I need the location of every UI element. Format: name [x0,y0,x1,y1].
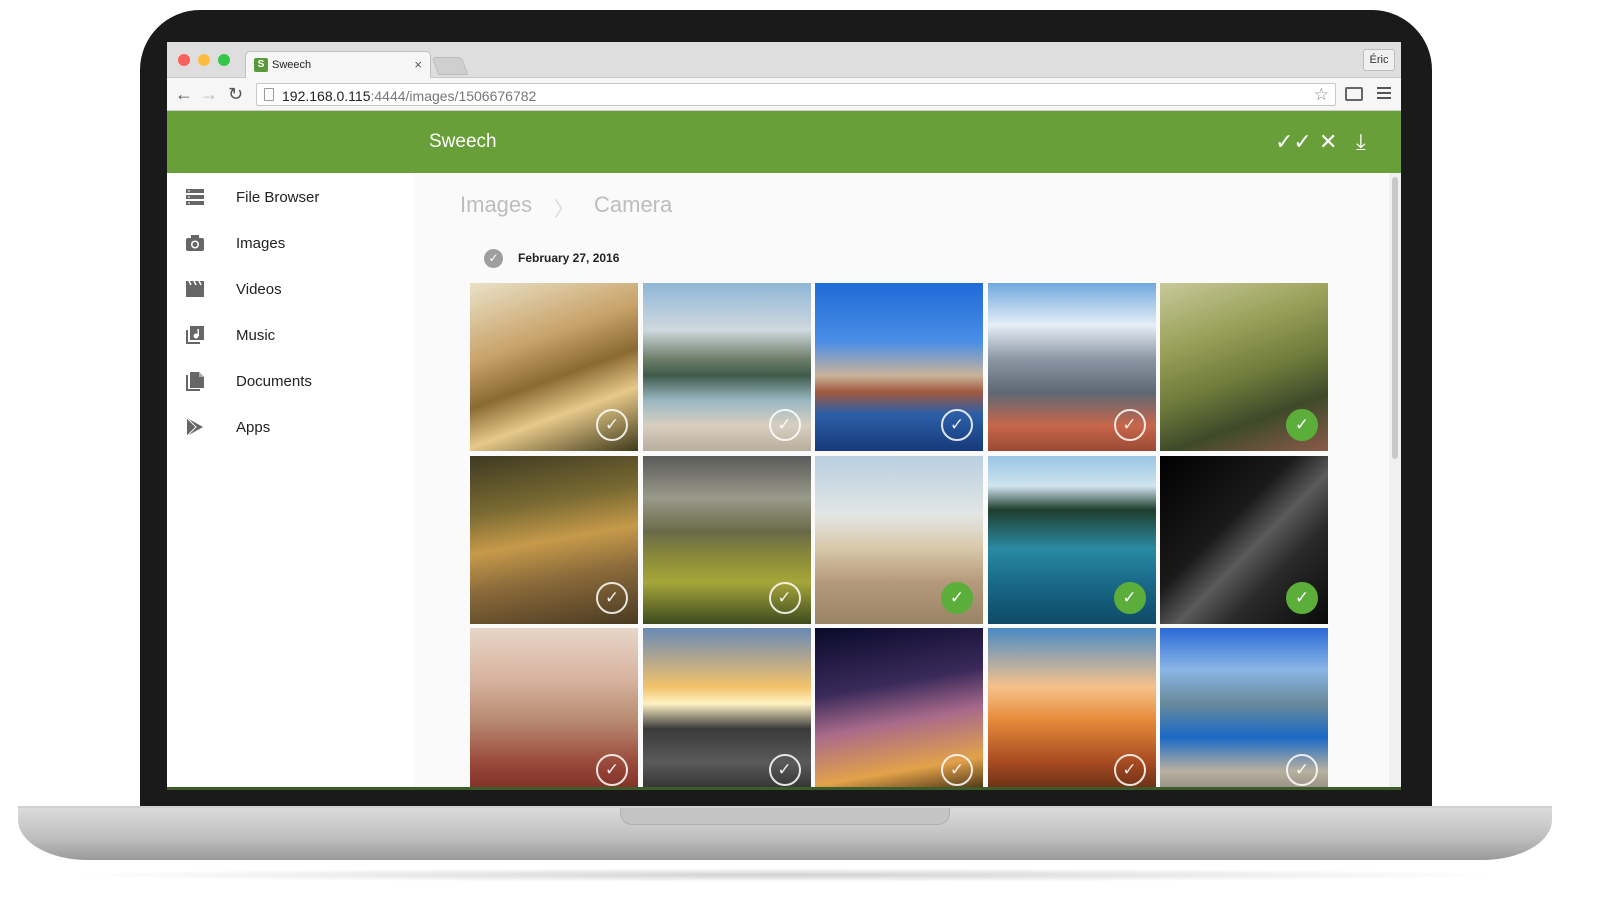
bookmark-star-icon[interactable]: ☆ [1314,85,1329,105]
reload-icon[interactable]: ↻ [228,83,243,105]
play-store-icon [186,417,203,437]
cast-icon[interactable] [1345,87,1363,101]
music-library-icon [186,326,204,344]
app-title: Sweech [429,131,497,152]
sidebar-item-apps[interactable]: Apps [167,405,414,451]
selected-check-icon[interactable]: ✓ [1286,409,1318,441]
browser-toolbar: ← → ↻ 192.168.0.115:4444/images/15066767… [167,78,1401,111]
clear-selection-icon[interactable]: ✕ [1319,129,1337,155]
page-icon [264,88,274,101]
selected-check-icon[interactable]: ✓ [941,581,973,614]
window-minimize-button[interactable] [198,54,210,66]
window-zoom-button[interactable] [218,54,230,66]
clapper-icon [186,280,204,297]
breadcrumb-images[interactable]: Images [460,192,532,218]
chevron-right-icon: 〉 [554,199,574,221]
sidebar-item-music[interactable]: Music [167,313,414,359]
photo-tile[interactable]: ✓ [470,455,638,624]
scrollbar[interactable] [1389,173,1401,790]
selected-check-icon[interactable]: ✓ [1113,581,1146,614]
photo-tile[interactable]: ✓ [1160,283,1328,451]
sidebar-item-images[interactable]: Images [167,221,414,267]
select-all-icon[interactable]: ✓✓ [1275,129,1312,155]
date-group-label: February 27, 2016 [518,251,620,265]
photo-tile[interactable]: ✓ [642,283,811,451]
sidebar-item-label: Music [236,327,276,344]
tab-title: Sweech [272,59,312,71]
browser-menu-icon[interactable] [1377,87,1391,102]
unselected-check-icon[interactable]: ✓ [596,581,628,614]
main-content: Images 〉 Camera ✓ February 27, 2016 ✓ ✓ ✓ ✓… [414,173,1401,790]
unselected-check-icon[interactable]: ✓ [1286,754,1318,786]
photo-tile[interactable]: ✓ [987,628,1156,790]
sidebar-item-label: Apps [236,419,271,436]
forward-arrow-icon[interactable]: → [200,83,218,105]
photo-tile[interactable]: ✓ [1160,455,1328,624]
sidebar-item-documents[interactable]: Documents [167,359,414,405]
breadcrumb-camera[interactable]: Camera [594,192,672,218]
sidebar-item-label: Documents [236,373,312,390]
photo-tile[interactable]: ✓ [642,455,811,624]
profile-button[interactable]: Éric [1363,49,1395,71]
photo-tile[interactable]: ✓ [1160,628,1328,790]
sidebar-item-videos[interactable]: Videos [167,267,414,313]
document-icon [186,372,204,391]
unselected-check-icon[interactable]: ✓ [1113,754,1146,786]
sidebar-item-label: Images [236,235,286,252]
browser-tab-bar: S Sweech × Éric [167,42,1401,78]
photo-tile[interactable]: ✓ [815,283,983,451]
selected-check-icon[interactable]: ✓ [1286,581,1318,614]
photo-tile[interactable]: ✓ [642,628,811,790]
new-tab-button[interactable] [431,57,469,75]
sidebar-item-label: Videos [236,281,282,298]
bottom-strip [167,787,1401,790]
back-arrow-icon[interactable]: ← [175,83,193,105]
photo-tile[interactable]: ✓ [815,628,983,790]
address-bar[interactable]: 192.168.0.115:4444/images/1506676782 ☆ [256,83,1336,106]
photo-tile[interactable]: ✓ [987,455,1156,624]
sidebar: File Browser Images Videos Music Documen… [167,173,414,790]
photo-tile[interactable]: ✓ [470,628,638,790]
unselected-check-icon[interactable]: ✓ [768,581,801,614]
laptop-shadow [60,868,1510,882]
unselected-check-icon[interactable]: ✓ [596,754,628,786]
unselected-check-icon[interactable]: ✓ [768,409,801,441]
screen: S Sweech × Éric ← → ↻ 192.168.0.115:4444… [167,42,1401,790]
sidebar-item-file-browser[interactable]: File Browser [167,175,414,221]
window-close-button[interactable] [178,54,190,66]
camera-icon [186,235,204,251]
unselected-check-icon[interactable]: ✓ [596,409,628,441]
app-header: Sweech ✓✓ ✕ ⤓ [167,111,1401,173]
unselected-check-icon[interactable]: ✓ [768,754,801,786]
photo-tile[interactable]: ✓ [987,283,1156,451]
sweech-favicon-icon: S [254,58,268,72]
scroll-thumb[interactable] [1392,177,1398,459]
url-text[interactable]: 192.168.0.115:4444/images/1506676782 [282,88,536,104]
photo-tile[interactable]: ✓ [815,455,983,624]
photo-tile[interactable]: ✓ [470,283,638,451]
unselected-check-icon[interactable]: ✓ [1113,409,1146,441]
select-date-checkbox[interactable]: ✓ [484,249,503,268]
browser-tab[interactable]: S Sweech × [245,51,431,78]
tab-close-icon[interactable]: × [414,57,422,72]
download-icon[interactable]: ⤓ [1356,129,1366,155]
laptop-notch [620,808,950,825]
unselected-check-icon[interactable]: ✓ [941,754,973,786]
unselected-check-icon[interactable]: ✓ [941,409,973,441]
list-icon [186,189,204,205]
sidebar-item-label: File Browser [236,189,320,206]
